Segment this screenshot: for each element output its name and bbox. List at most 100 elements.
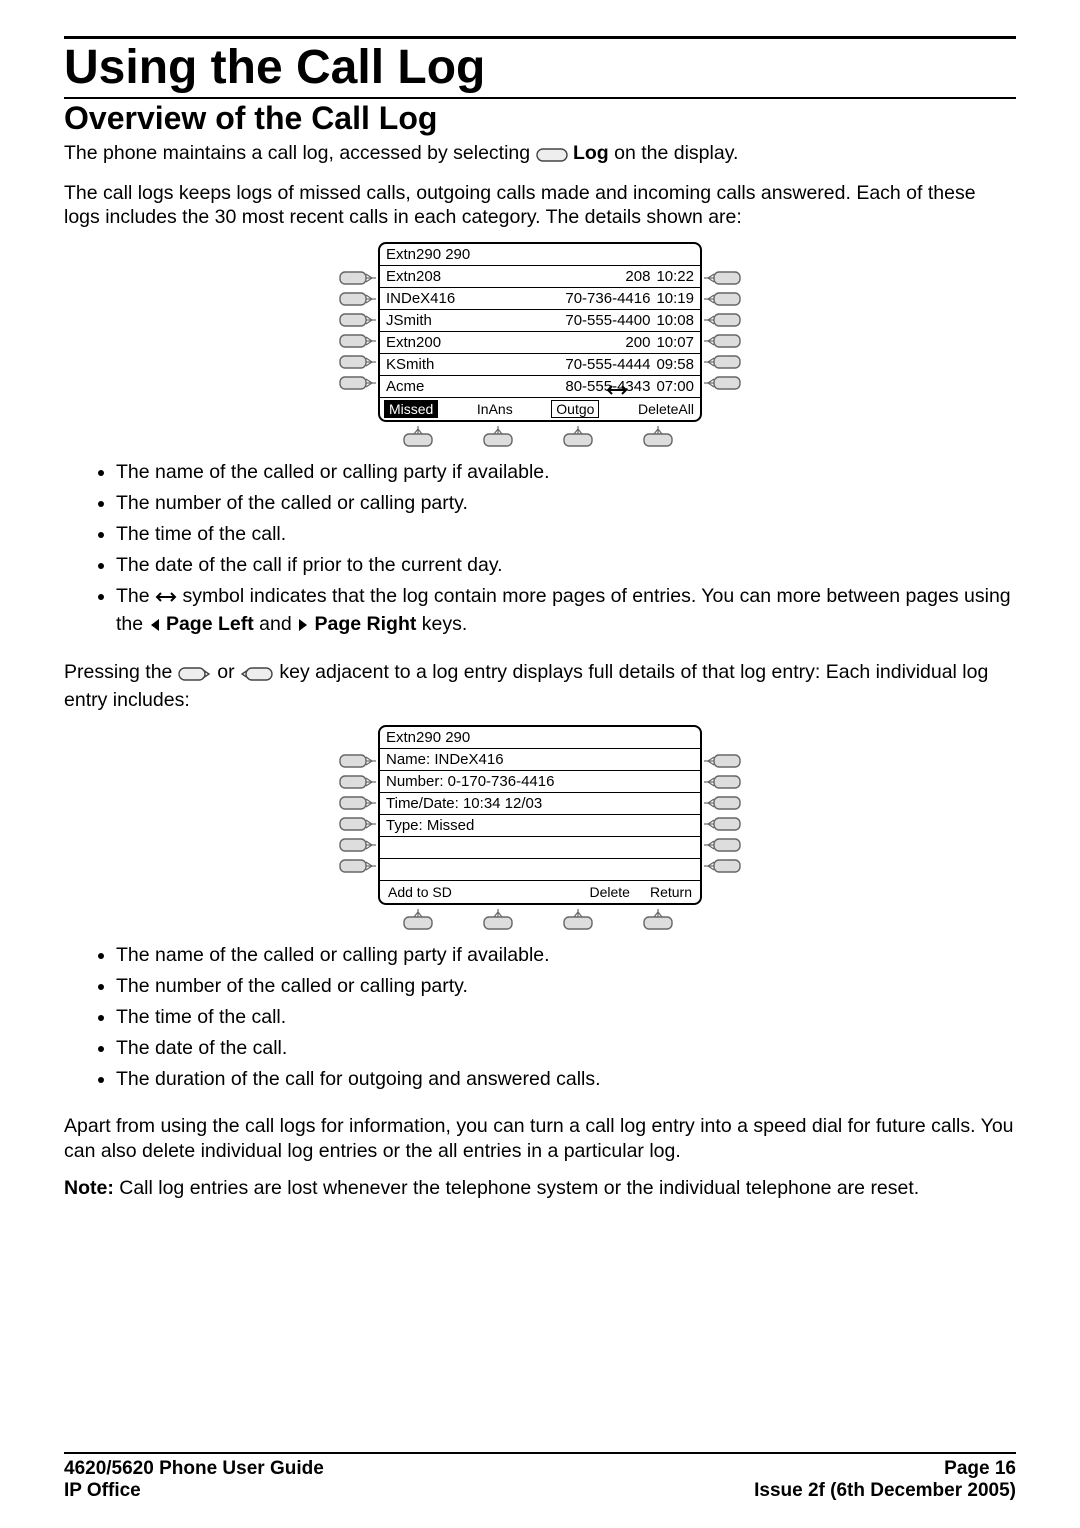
lcd-tabs: Missed InAns Outgo DeleteAll (380, 398, 700, 420)
list-item: The name of the called or calling party … (116, 943, 1016, 968)
intro-p1b: Log (568, 142, 609, 164)
lcd-tabs: Add to SD Delete Return (380, 881, 700, 903)
phone-figure: Extn290 290 Extn208 208 10:22 INDeX416 7… (336, 242, 744, 450)
closing-p1: Apart from using the call logs for infor… (64, 1114, 1016, 1164)
right-softkey-icon (702, 333, 744, 349)
list-item: The number of the called or calling part… (116, 974, 1016, 999)
intro-p1: The phone maintains a call log, accessed… (64, 141, 1016, 169)
lcd-column: Extn290 290 Name: INDeX416 Number: 0-170… (378, 725, 702, 933)
mid-paragraph: Pressing the or key adjacent to a log en… (64, 660, 1016, 713)
text: or (212, 661, 240, 683)
log-number: 70-555-4400 (565, 312, 650, 329)
phone-figure: Extn290 290 Name: INDeX416 Number: 0-170… (336, 725, 744, 933)
lcd-header: Extn290 290 (380, 244, 700, 266)
detail-row-empty (380, 859, 700, 881)
tab-delete: Delete (588, 884, 632, 900)
log-row: Extn200 200 10:07 (380, 332, 700, 354)
left-softkey-icon (336, 354, 378, 370)
left-softkey-icon (336, 333, 378, 349)
bottom-softkeys (378, 424, 698, 450)
bottom-softkey-icon (642, 426, 674, 448)
log-name: Extn208 (386, 268, 441, 285)
right-softkey-icon (702, 753, 744, 769)
log-number: 208 (625, 268, 650, 285)
log-time: 10:08 (656, 312, 694, 329)
bottom-softkeys (378, 907, 698, 933)
right-softkey-icon (702, 774, 744, 790)
page-left-icon (149, 615, 161, 640)
log-time: 10:19 (656, 290, 694, 307)
footer-right-bottom: Issue 2f (6th December 2005) (754, 1480, 1016, 1502)
left-softkey-icon (336, 774, 378, 790)
text: Pressing the (64, 661, 178, 683)
right-softkey-icon (702, 354, 744, 370)
intro-p1c: on the display. (609, 142, 739, 164)
tab-outgo: Outgo (551, 400, 599, 418)
lcd-column: Extn290 290 Extn208 208 10:22 INDeX416 7… (378, 242, 702, 450)
right-softkey-icon (702, 858, 744, 874)
left-softkey-icon (336, 795, 378, 811)
tab-inans: InAns (475, 401, 515, 417)
right-softkey-icon (702, 795, 744, 811)
left-softkey-icon (336, 270, 378, 286)
left-softkey-icon (336, 837, 378, 853)
bottom-softkey-icon (402, 909, 434, 931)
lcd-header-text: Extn290 290 (386, 729, 470, 746)
right-softkey-pill-icon (240, 663, 274, 688)
log-time: 10:07 (656, 334, 694, 351)
detail-row: Number: 0-170-736-4416 (380, 771, 700, 793)
call-log-list-figure: Extn290 290 Extn208 208 10:22 INDeX416 7… (64, 242, 1016, 450)
right-softkey-icon (702, 312, 744, 328)
detail-row: Time/Date: 10:34 12/03 (380, 793, 700, 815)
footer-right-top: Page 16 (944, 1458, 1016, 1480)
footer-left-top: 4620/5620 Phone User Guide (64, 1458, 324, 1480)
left-softkey-pill-icon (178, 663, 212, 688)
footer-row-1: 4620/5620 Phone User Guide Page 16 (64, 1458, 1016, 1480)
footer-left-bottom: IP Office (64, 1480, 141, 1502)
left-softkeys (336, 242, 378, 391)
left-softkey-icon (336, 858, 378, 874)
list-item: The time of the call. (116, 1005, 1016, 1030)
left-softkeys (336, 725, 378, 874)
detail-row: Name: INDeX416 (380, 749, 700, 771)
page-footer: 4620/5620 Phone User Guide Page 16 IP Of… (64, 1452, 1016, 1502)
right-softkey-icon (702, 837, 744, 853)
left-softkey-icon (336, 816, 378, 832)
left-softkey-icon (336, 375, 378, 391)
detail-row-empty (380, 837, 700, 859)
call-log-detail-figure: Extn290 290 Name: INDeX416 Number: 0-170… (64, 725, 1016, 933)
footer-row-2: IP Office Issue 2f (6th December 2005) (64, 1480, 1016, 1502)
list-item: The symbol indicates that the log contai… (116, 584, 1016, 640)
text: and (254, 613, 297, 635)
lcd-header: Extn290 290 (380, 727, 700, 749)
tab-add-to-sd: Add to SD (386, 884, 454, 900)
lcd-screen: Extn290 290 Extn208 208 10:22 INDeX416 7… (378, 242, 702, 422)
bottom-softkey-icon (562, 426, 594, 448)
intro-p1a: The phone maintains a call log, accessed… (64, 142, 536, 164)
lcd-header-text: Extn290 290 (386, 246, 470, 263)
log-name: INDeX416 (386, 290, 455, 307)
intro-p2: The call logs keeps logs of missed calls… (64, 181, 1016, 231)
list-2: The name of the called or calling party … (64, 943, 1016, 1092)
list-item: The date of the call if prior to the cur… (116, 553, 1016, 578)
detail-text: Name: INDeX416 (386, 751, 504, 768)
detail-row: Type: Missed (380, 815, 700, 837)
tab-deleteall: DeleteAll (636, 401, 696, 417)
more-pages-icon (606, 382, 628, 398)
log-name: JSmith (386, 312, 432, 329)
log-name: Acme (386, 378, 424, 395)
list-item: The number of the called or calling part… (116, 491, 1016, 516)
right-softkey-icon (702, 816, 744, 832)
detail-text: Type: Missed (386, 817, 474, 834)
log-time: 10:22 (656, 268, 694, 285)
top-rule (64, 36, 1016, 39)
note-label: Note: (64, 1177, 114, 1199)
list-1: The name of the called or calling party … (64, 460, 1016, 640)
log-softkey-icon (536, 144, 568, 169)
section-rule (64, 97, 1016, 99)
log-number: 70-736-4416 (565, 290, 650, 307)
list-item: The name of the called or calling party … (116, 460, 1016, 485)
page-right-icon (297, 615, 309, 640)
tab-return: Return (648, 884, 694, 900)
page-title: Using the Call Log (64, 43, 1016, 93)
